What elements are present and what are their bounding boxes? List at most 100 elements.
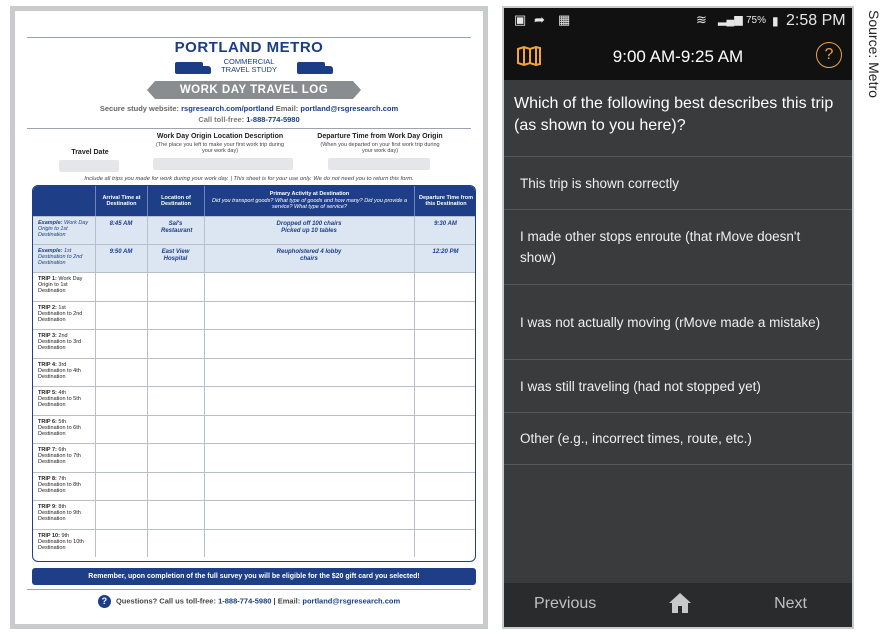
row-label: TRIP 5: 4th Destination to 5th Destinati… (38, 390, 94, 408)
activity-cell[interactable] (204, 330, 414, 358)
location-value: East View Hospital (161, 249, 190, 262)
previous-button[interactable]: Previous (534, 595, 596, 613)
departure-cell[interactable] (414, 416, 475, 444)
col-location: Location of Destination (147, 186, 204, 216)
answer-options: This trip is shown correctly I made other… (504, 156, 852, 465)
origin-label: Work Day Origin Location Description (156, 133, 284, 140)
table-row: TRIP 10: 9th Destination to 10th Destina… (33, 528, 475, 558)
activity-cell[interactable] (204, 387, 414, 415)
location-cell[interactable] (147, 530, 204, 558)
arrival-cell[interactable] (95, 273, 147, 301)
answer-option[interactable]: I made other stops enroute (that rMove d… (504, 209, 852, 284)
answer-option-label: I was not actually moving (rMove made a … (520, 314, 821, 330)
arrival-cell[interactable] (95, 387, 147, 415)
row-label: TRIP 6: 5th Destination to 6th Destinati… (38, 419, 94, 437)
top-rule (27, 37, 471, 38)
location-cell[interactable] (147, 473, 204, 501)
answer-option[interactable]: Other (e.g., incorrect times, route, etc… (504, 412, 852, 465)
include-note: Include all trips you made for work duri… (84, 176, 414, 182)
activity-cell[interactable] (204, 273, 414, 301)
arrival-cell[interactable] (95, 473, 147, 501)
tollfree-label: Call toll-free: (198, 115, 245, 124)
activity-cell[interactable] (204, 444, 414, 472)
departure-cell[interactable] (414, 330, 475, 358)
travel-date-field[interactable] (59, 160, 119, 172)
origin-field[interactable] (153, 158, 293, 170)
departure-field[interactable] (328, 158, 430, 170)
table-row: TRIP 1: Work Day Origin to 1st Destinati… (33, 272, 475, 301)
question-icon: ? (97, 595, 111, 608)
location-cell[interactable] (147, 444, 204, 472)
bottom-nav: Previous Next (504, 583, 852, 627)
row-label: TRIP 4: 3rd Destination to 4th Destinati… (38, 362, 94, 380)
departure-cell[interactable] (414, 273, 475, 301)
questions-number: 1-888-774-5980 (218, 596, 272, 606)
activity-cell[interactable] (204, 473, 414, 501)
activity-cell[interactable] (204, 416, 414, 444)
departure-cell[interactable] (414, 473, 475, 501)
location-cell[interactable] (147, 416, 204, 444)
departure-value: 12:20 PM (432, 249, 459, 255)
footer-rule (27, 589, 471, 590)
status-clock: 2:58 PM (786, 12, 846, 29)
next-button[interactable]: Next (774, 595, 807, 613)
row-label: TRIP 8: 7th Destination to 8th Destinati… (38, 476, 94, 494)
activity-cell[interactable] (204, 501, 414, 529)
travel-date-label: Travel Date (71, 149, 109, 156)
location-cell[interactable] (147, 387, 204, 415)
location-cell[interactable] (147, 273, 204, 301)
answer-option-label: I was still traveling (had not stopped y… (520, 378, 761, 394)
activity-cell[interactable] (204, 530, 414, 558)
image-icon: ▣ (514, 12, 527, 27)
row-label: TRIP 1: Work Day Origin to 1st Destinati… (38, 276, 94, 294)
questions-email[interactable]: portland@rsgresearch.com (302, 596, 400, 605)
arrival-cell[interactable] (95, 530, 147, 558)
battery-level: 75% (746, 15, 767, 26)
location-cell[interactable] (147, 359, 204, 387)
row-label: TRIP 9: 8th Destination to 9th Destinati… (38, 504, 94, 522)
departure-cell[interactable] (414, 302, 475, 330)
departure-cell[interactable] (414, 359, 475, 387)
activity-cell[interactable] (204, 359, 414, 387)
table-row: TRIP 8: 7th Destination to 8th Destinati… (33, 471, 475, 501)
location-cell[interactable] (147, 302, 204, 330)
trip-time-title: 9:00 AM-9:25 AM (612, 47, 744, 66)
departure-cell[interactable] (414, 387, 475, 415)
table-row: TRIP 7: 6th Destination to 7th Destinati… (33, 443, 475, 472)
activity-cell[interactable] (204, 302, 414, 330)
van-icon (297, 62, 333, 74)
table-header: Arrival Time at Destination Location of … (33, 186, 475, 216)
col-departure: Departure Time from this Destination (414, 186, 475, 216)
location-cell[interactable] (147, 501, 204, 529)
departure-cell[interactable] (414, 501, 475, 529)
arrival-value: 8:45 AM (109, 221, 133, 227)
website-url[interactable]: rsgresearch.com/portland (181, 104, 274, 113)
arrival-value: 9:50 AM (109, 249, 133, 255)
col-arrival: Arrival Time at Destination (95, 186, 147, 216)
arrival-cell[interactable] (95, 359, 147, 387)
email-link[interactable]: portland@rsgresearch.com (300, 104, 398, 113)
answer-option[interactable]: This trip is shown correctly (504, 156, 852, 209)
location-value: Sal's Restaurant (161, 221, 193, 234)
arrival-cell[interactable] (95, 302, 147, 330)
departure-cell[interactable] (414, 444, 475, 472)
row-label: TRIP 10: 9th Destination to 10th Destina… (38, 533, 94, 551)
answer-option[interactable]: I was not actually moving (rMove made a … (504, 284, 852, 359)
departure-cell[interactable] (414, 530, 475, 558)
home-icon[interactable] (668, 591, 692, 615)
table-row: TRIP 2: 1st Destination to 2nd Destinati… (33, 300, 475, 330)
departure-label: Departure Time from Work Day Origin (317, 133, 443, 140)
row-label: TRIP 2: 1st Destination to 2nd Destinati… (38, 305, 94, 323)
table-row: TRIP 9: 8th Destination to 9th Destinati… (33, 500, 475, 529)
arrival-cell[interactable] (95, 444, 147, 472)
help-icon[interactable]: ? (816, 42, 842, 68)
share-icon: ➦ (534, 12, 545, 27)
arrival-cell[interactable] (95, 501, 147, 529)
arrival-cell[interactable] (95, 330, 147, 358)
origin-hint: (The place you left to make your first w… (155, 142, 285, 154)
row-label: TRIP 7: 6th Destination to 7th Destinati… (38, 447, 94, 465)
location-cell[interactable] (147, 330, 204, 358)
answer-option[interactable]: I was still traveling (had not stopped y… (504, 359, 852, 412)
arrival-cell[interactable] (95, 416, 147, 444)
logo-title: PORTLAND METRO (174, 39, 324, 56)
